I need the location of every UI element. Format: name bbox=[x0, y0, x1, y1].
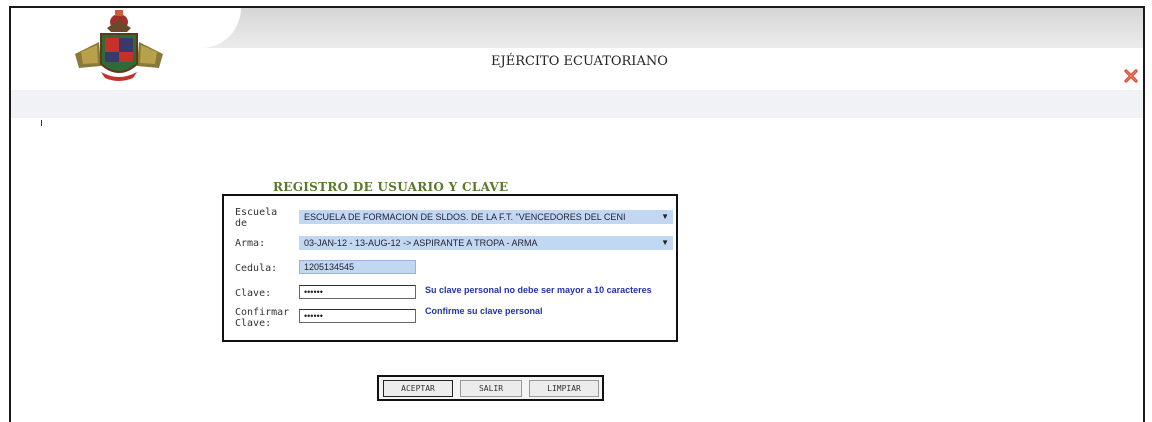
page-title: EJÉRCITO ECUATORIANO bbox=[491, 54, 668, 69]
escuela-select[interactable]: ESCUELA DE FORMACION DE SLDOS. DE LA F.T… bbox=[299, 210, 673, 224]
arma-select[interactable]: 03-JAN-12 - 13-AUG-12 -> ASPIRANTE A TRO… bbox=[299, 236, 673, 250]
red-x-close-icon[interactable] bbox=[1123, 68, 1139, 84]
confirmar-hint: Confirme su clave personal bbox=[425, 306, 543, 316]
button-bar: ACEPTAR SALIR LIMPIAR bbox=[377, 375, 604, 401]
cedula-input[interactable]: 1205134545 bbox=[299, 260, 416, 274]
cedula-label: Cedula: bbox=[235, 263, 278, 274]
salir-button[interactable]: SALIR bbox=[460, 380, 522, 397]
chevron-down-icon: ▼ bbox=[661, 238, 669, 247]
clave-hint: Su clave personal no debe ser mayor a 10… bbox=[425, 285, 652, 295]
registration-form: Escuela de Formación: ESCUELA DE FORMACI… bbox=[222, 194, 678, 342]
escuela-select-value: ESCUELA DE FORMACION DE SLDOS. DE LA F.T… bbox=[304, 212, 626, 222]
toolbar-band bbox=[11, 90, 1143, 118]
confirmar-password-input[interactable]: •••••• bbox=[299, 309, 416, 323]
confirmar-label-line1: Confirmar bbox=[235, 307, 290, 318]
limpiar-button[interactable]: LIMPIAR bbox=[529, 380, 599, 397]
divider-mark bbox=[41, 120, 42, 126]
arma-select-value: 03-JAN-12 - 13-AUG-12 -> ASPIRANTE A TRO… bbox=[304, 238, 538, 248]
clave-password-input[interactable]: •••••• bbox=[299, 285, 416, 299]
chevron-down-icon: ▼ bbox=[661, 212, 669, 221]
arma-label: Arma: bbox=[235, 238, 266, 249]
escuela-label: Escuela de Formación: bbox=[235, 207, 278, 229]
aceptar-button[interactable]: ACEPTAR bbox=[383, 380, 453, 397]
form-title: REGISTRO DE USUARIO Y CLAVE bbox=[273, 180, 509, 194]
header-band bbox=[11, 8, 1143, 48]
military-crest-icon bbox=[75, 10, 163, 81]
clave-label: Clave: bbox=[235, 288, 272, 299]
confirmar-label-line2: Clave: bbox=[235, 318, 272, 329]
